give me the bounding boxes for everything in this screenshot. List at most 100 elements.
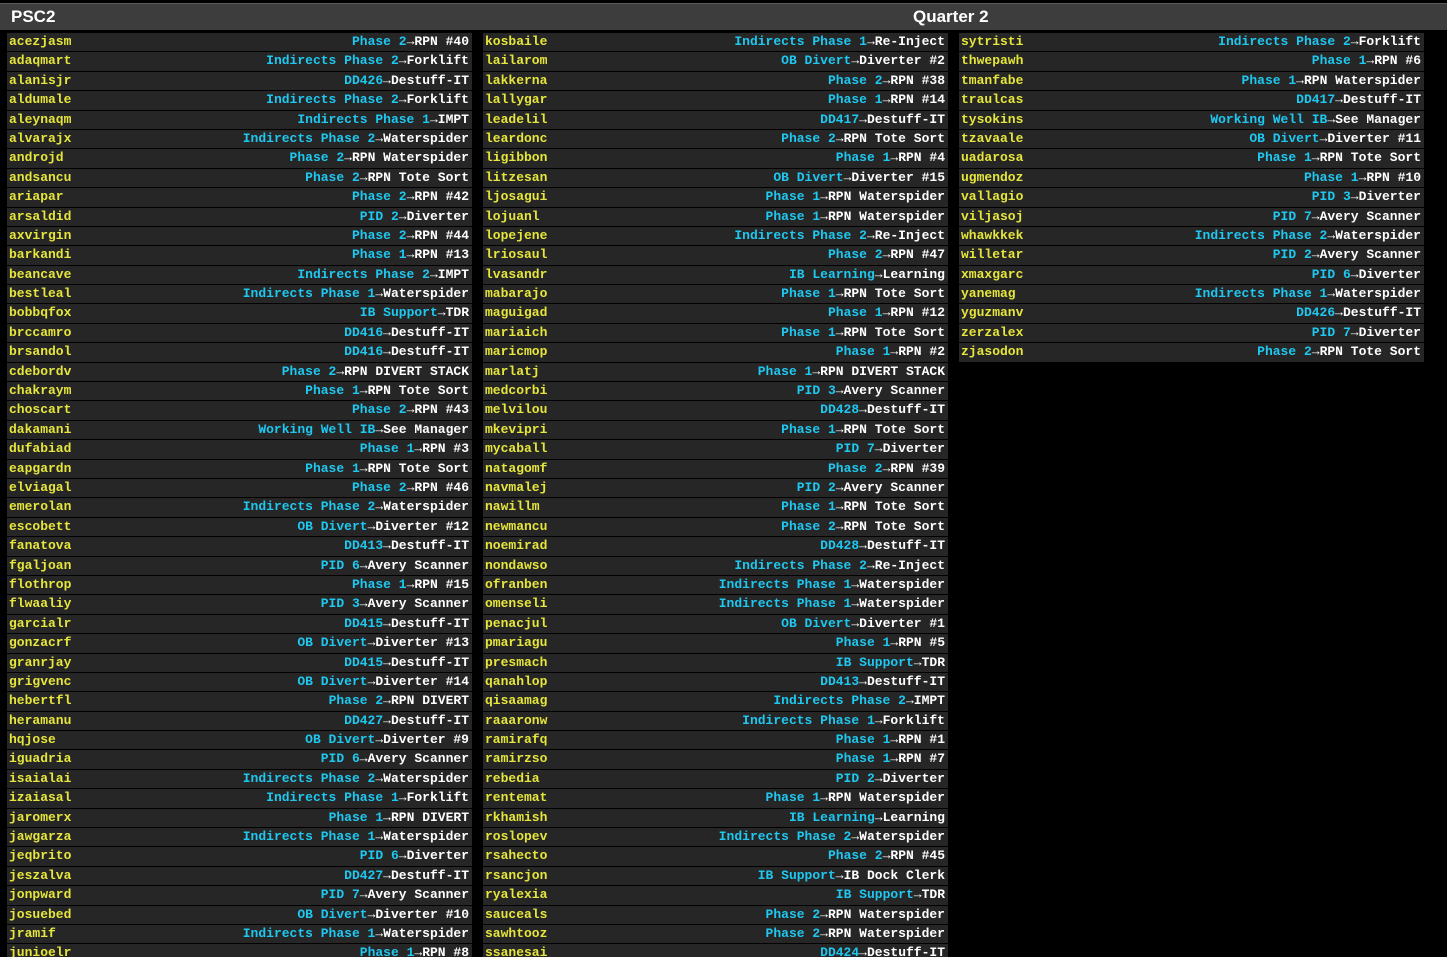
assignment-row[interactable]: heramanu DD427→Destuff-IT	[7, 711, 472, 732]
assignment-row[interactable]: jramif Indirects Phase 1→Waterspider	[7, 924, 472, 945]
assignment-row[interactable]: ramirafq Phase 1→RPN #1	[483, 731, 948, 751]
assignment-row[interactable]: lakkerna Phase 2→RPN #38	[483, 71, 948, 92]
assignment-row[interactable]: jeszalva DD427→Destuff-IT	[7, 866, 472, 887]
assignment-row[interactable]: willetar PID 2→Avery Scanner	[959, 246, 1424, 266]
assignment-row[interactable]: alanisjr DD426→Destuff-IT	[7, 71, 472, 92]
assignment-row[interactable]: arsaldid PID 2→Diverter	[7, 207, 472, 227]
assignment-row[interactable]: vallagio PID 3→Diverter	[959, 188, 1424, 208]
assignment-row[interactable]: tysokins Working Well IB→See Manager	[959, 110, 1424, 130]
assignment-row[interactable]: mabarajo Phase 1→RPN Tote Sort	[483, 285, 948, 305]
assignment-row[interactable]: jeqbrito PID 6→Diverter	[7, 847, 472, 867]
assignment-row[interactable]: uadarosa Phase 1→RPN Tote Sort	[959, 149, 1424, 169]
assignment-row[interactable]: choscart Phase 2→RPN #43	[7, 401, 472, 421]
assignment-row[interactable]: brccamro DD416→Destuff-IT	[7, 323, 472, 344]
assignment-row[interactable]: ariapar Phase 2→RPN #42	[7, 188, 472, 208]
assignment-row[interactable]: newmancu Phase 2→RPN Tote Sort	[483, 517, 948, 538]
assignment-row[interactable]: garcialr DD415→Destuff-IT	[7, 614, 472, 635]
assignment-row[interactable]: emerolan Indirects Phase 2→Waterspider	[7, 498, 472, 518]
assignment-row[interactable]: leardonc Phase 2→RPN Tote Sort	[483, 129, 948, 150]
assignment-row[interactable]: fgaljoan PID 6→Avery Scanner	[7, 556, 472, 576]
assignment-row[interactable]: josuebed OB Divert→Diverter #10	[7, 905, 472, 925]
assignment-row[interactable]: zerzalex PID 7→Diverter	[959, 323, 1424, 344]
assignment-row[interactable]: lopejene Indirects Phase 2→Re-Inject	[483, 226, 948, 247]
assignment-row[interactable]: lallygar Phase 1→RPN #14	[483, 91, 948, 111]
assignment-row[interactable]: qanahlop DD413→Destuff-IT	[483, 672, 948, 693]
assignment-row[interactable]: tmanfabe Phase 1→RPN Waterspider	[959, 71, 1424, 92]
assignment-row[interactable]: flothrop Phase 1→RPN #15	[7, 575, 472, 596]
assignment-row[interactable]: sytristi Indirects Phase 2→Forklift	[959, 33, 1424, 53]
assignment-row[interactable]: ligibbon Phase 1→RPN #4	[483, 149, 948, 169]
assignment-row[interactable]: ssanesai DD424→Destuff-IT	[483, 944, 948, 957]
assignment-row[interactable]: qisaamag Indirects Phase 2→IMPT	[483, 692, 948, 712]
assignment-row[interactable]: aleynaqm Indirects Phase 1→IMPT	[7, 110, 472, 130]
assignment-row[interactable]: aldumale Indirects Phase 2→Forklift	[7, 91, 472, 111]
assignment-row[interactable]: junioelr Phase 1→RPN #8	[7, 944, 472, 957]
assignment-row[interactable]: lojuanl Phase 1→RPN Waterspider	[483, 207, 948, 227]
assignment-row[interactable]: escobett OB Divert→Diverter #12	[7, 517, 472, 538]
assignment-row[interactable]: bestleal Indirects Phase 1→Waterspider	[7, 285, 472, 305]
assignment-row[interactable]: mkevipri Phase 1→RPN Tote Sort	[483, 420, 948, 441]
assignment-row[interactable]: xmaxgarc PID 6→Diverter	[959, 265, 1424, 286]
assignment-row[interactable]: izaiasal Indirects Phase 1→Forklift	[7, 789, 472, 809]
assignment-row[interactable]: lriosaul Phase 2→RPN #47	[483, 246, 948, 266]
assignment-row[interactable]: ugmendoz Phase 1→RPN #10	[959, 168, 1424, 189]
assignment-row[interactable]: ljosagui Phase 1→RPN Waterspider	[483, 188, 948, 208]
assignment-row[interactable]: raaaronw Indirects Phase 1→Forklift	[483, 711, 948, 732]
assignment-row[interactable]: penacjul OB Divert→Diverter #1	[483, 614, 948, 635]
assignment-row[interactable]: ramirzso Phase 1→RPN #7	[483, 750, 948, 770]
assignment-row[interactable]: lailarom OB Divert→Diverter #2	[483, 52, 948, 72]
assignment-row[interactable]: natagomf Phase 2→RPN #39	[483, 459, 948, 479]
assignment-row[interactable]: lvasandr IB Learning→Learning	[483, 265, 948, 286]
assignment-row[interactable]: elviagal Phase 2→RPN #46	[7, 478, 472, 499]
assignment-row[interactable]: tzavaale OB Divert→Diverter #11	[959, 129, 1424, 150]
assignment-row[interactable]: sawhtooz Phase 2→RPN Waterspider	[483, 924, 948, 945]
assignment-row[interactable]: hqjose OB Divert→Diverter #9	[7, 731, 472, 751]
assignment-row[interactable]: bobbqfox IB Support→TDR	[7, 304, 472, 324]
assignment-row[interactable]: andsancu Phase 2→RPN Tote Sort	[7, 168, 472, 189]
assignment-row[interactable]: beancave Indirects Phase 2→IMPT	[7, 265, 472, 286]
assignment-row[interactable]: leadelil DD417→Destuff-IT	[483, 110, 948, 130]
assignment-row[interactable]: yanemag Indirects Phase 1→Waterspider	[959, 285, 1424, 305]
assignment-row[interactable]: acezjasm Phase 2→RPN #40	[7, 33, 472, 53]
assignment-row[interactable]: jonpward PID 7→Avery Scanner	[7, 886, 472, 906]
assignment-row[interactable]: hebertfl Phase 2→RPN DIVERT	[7, 692, 472, 712]
assignment-row[interactable]: dakamani Working Well IB→See Manager	[7, 420, 472, 441]
assignment-row[interactable]: sauceals Phase 2→RPN Waterspider	[483, 905, 948, 925]
assignment-row[interactable]: mariaich Phase 1→RPN Tote Sort	[483, 323, 948, 344]
assignment-row[interactable]: kosbaile Indirects Phase 1→Re-Inject	[483, 33, 948, 53]
assignment-row[interactable]: presmach IB Support→TDR	[483, 653, 948, 673]
assignment-row[interactable]: rkhamish IB Learning→Learning	[483, 808, 948, 829]
assignment-row[interactable]: gonzacrf OB Divert→Diverter #13	[7, 634, 472, 654]
assignment-row[interactable]: noemirad DD428→Destuff-IT	[483, 537, 948, 557]
assignment-row[interactable]: grigvenc OB Divert→Diverter #14	[7, 672, 472, 693]
assignment-row[interactable]: cdebordv Phase 2→RPN DIVERT STACK	[7, 362, 472, 383]
assignment-row[interactable]: dufabiad Phase 1→RPN #3	[7, 440, 472, 460]
assignment-row[interactable]: ryalexia IB Support→TDR	[483, 886, 948, 906]
assignment-row[interactable]: axvirgin Phase 2→RPN #44	[7, 226, 472, 247]
assignment-row[interactable]: isaialai Indirects Phase 2→Waterspider	[7, 769, 472, 790]
assignment-row[interactable]: rebedia PID 2→Diverter	[483, 769, 948, 790]
assignment-row[interactable]: iguadria PID 6→Avery Scanner	[7, 750, 472, 770]
assignment-row[interactable]: fanatova DD413→Destuff-IT	[7, 537, 472, 557]
assignment-row[interactable]: androjd Phase 2→RPN Waterspider	[7, 149, 472, 169]
assignment-row[interactable]: rsahecto Phase 2→RPN #45	[483, 847, 948, 867]
assignment-row[interactable]: jawgarza Indirects Phase 1→Waterspider	[7, 828, 472, 848]
assignment-row[interactable]: flwaaliy PID 3→Avery Scanner	[7, 595, 472, 615]
assignment-row[interactable]: barkandi Phase 1→RPN #13	[7, 246, 472, 266]
assignment-row[interactable]: viljasoj PID 7→Avery Scanner	[959, 207, 1424, 227]
assignment-row[interactable]: whawkkek Indirects Phase 2→Waterspider	[959, 226, 1424, 247]
assignment-row[interactable]: nondawso Indirects Phase 2→Re-Inject	[483, 556, 948, 576]
assignment-row[interactable]: jaromerx Phase 1→RPN DIVERT	[7, 808, 472, 829]
assignment-row[interactable]: rsancjon IB Support→IB Dock Clerk	[483, 866, 948, 887]
assignment-row[interactable]: thwepawh Phase 1→RPN #6	[959, 52, 1424, 72]
assignment-row[interactable]: brsandol DD416→Destuff-IT	[7, 343, 472, 363]
assignment-row[interactable]: chakraym Phase 1→RPN Tote Sort	[7, 382, 472, 402]
assignment-row[interactable]: roslopev Indirects Phase 2→Waterspider	[483, 828, 948, 848]
assignment-row[interactable]: navmalej PID 2→Avery Scanner	[483, 478, 948, 499]
assignment-row[interactable]: mycaball PID 7→Diverter	[483, 440, 948, 460]
assignment-row[interactable]: granrjay DD415→Destuff-IT	[7, 653, 472, 673]
assignment-row[interactable]: zjasodon Phase 2→RPN Tote Sort	[959, 343, 1424, 363]
assignment-row[interactable]: marlatj Phase 1→RPN DIVERT STACK	[483, 362, 948, 383]
assignment-row[interactable]: yguzmanv DD426→Destuff-IT	[959, 304, 1424, 324]
assignment-row[interactable]: rentemat Phase 1→RPN Waterspider	[483, 789, 948, 809]
